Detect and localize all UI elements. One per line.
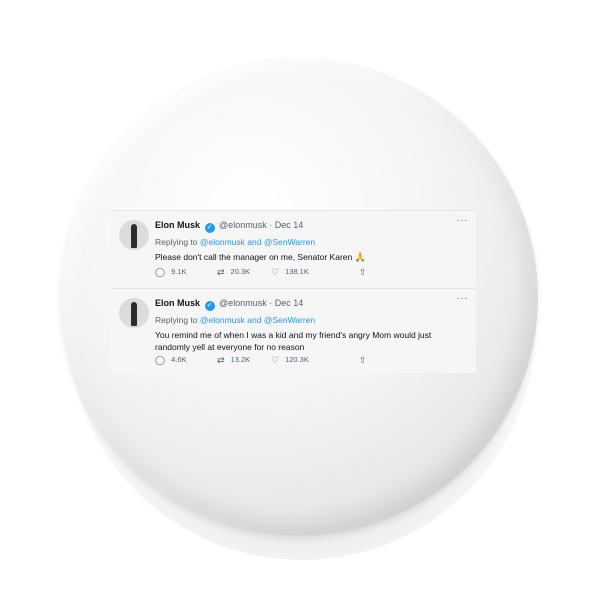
- author-name[interactable]: Elon Musk: [155, 220, 200, 230]
- tweet-date[interactable]: · Dec 14: [269, 220, 303, 230]
- author-handle[interactable]: @elonmusk: [219, 298, 267, 308]
- reply-count: 4.6K: [171, 355, 187, 364]
- like-count: 138.1K: [285, 267, 309, 276]
- reply-button[interactable]: ◯ 4.6K: [155, 355, 187, 366]
- verified-badge-icon: ✓: [204, 301, 215, 311]
- tweet-card[interactable]: ··· Elon Musk ✓ @elonmusk · Dec 14 Reply…: [110, 210, 476, 289]
- replying-to-prefix: Replying to: [155, 315, 198, 325]
- author-handle[interactable]: @elonmusk: [219, 220, 267, 230]
- retweet-button[interactable]: ⇄ 13.2K: [217, 355, 250, 366]
- reply-icon: ◯: [155, 267, 166, 277]
- tweet-actions: ◯ 9.1K ⇄ 20.3K ♡ 138.1K ⇧: [155, 267, 455, 279]
- like-icon: ♡: [271, 355, 280, 365]
- like-button[interactable]: ♡ 138.1K: [271, 267, 309, 278]
- replying-to: Replying to @elonmusk and @SenWarren: [155, 315, 466, 326]
- avatar[interactable]: [119, 298, 149, 328]
- replying-to-link[interactable]: @elonmusk and @SenWarren: [200, 237, 315, 247]
- tweet-text: You remind me of when I was a kid and my…: [155, 330, 432, 352]
- share-button[interactable]: ⇧: [359, 267, 373, 278]
- tweet-card[interactable]: ··· Elon Musk ✓ @elonmusk · Dec 14 Reply…: [110, 288, 476, 373]
- share-button[interactable]: ⇧: [359, 355, 373, 366]
- retweet-count: 13.2K: [230, 355, 251, 364]
- retweet-button[interactable]: ⇄ 20.3K: [217, 267, 250, 278]
- tweet-body: Elon Musk ✓ @elonmusk · Dec 14 Replying …: [155, 219, 466, 263]
- verified-badge-icon: ✓: [204, 223, 215, 233]
- share-icon: ⇧: [359, 355, 367, 365]
- tweet-header: Elon Musk ✓ @elonmusk · Dec 14: [155, 297, 466, 311]
- praying-hands-emoji: 🙏: [354, 252, 366, 262]
- reply-button[interactable]: ◯ 9.1K: [155, 267, 187, 278]
- tweet-date[interactable]: · Dec 14: [269, 298, 303, 308]
- reply-count: 9.1K: [171, 267, 187, 276]
- retweet-icon: ⇄: [217, 355, 225, 365]
- author-name[interactable]: Elon Musk: [155, 298, 200, 308]
- replying-to-prefix: Replying to: [155, 237, 198, 247]
- share-icon: ⇧: [359, 267, 367, 277]
- replying-to-link[interactable]: @elonmusk and @SenWarren: [200, 315, 315, 325]
- avatar-figure: [131, 302, 137, 326]
- tweet-text-content: Please don't call the manager on me, Sen…: [155, 252, 353, 262]
- reply-icon: ◯: [155, 355, 166, 365]
- avatar[interactable]: [119, 220, 149, 250]
- tweet-header: Elon Musk ✓ @elonmusk · Dec 14: [155, 219, 466, 233]
- like-count: 120.3K: [285, 355, 309, 364]
- retweet-count: 20.3K: [230, 267, 251, 276]
- tweet-actions: ◯ 4.6K ⇄ 13.2K ♡ 120.3K ⇧: [155, 355, 455, 367]
- replying-to: Replying to @elonmusk and @SenWarren: [155, 237, 466, 248]
- like-button[interactable]: ♡ 120.3K: [271, 355, 309, 366]
- retweet-icon: ⇄: [217, 267, 225, 277]
- like-icon: ♡: [271, 267, 280, 277]
- tweet-text: Please don't call the manager on me, Sen…: [155, 251, 466, 263]
- avatar-figure: [131, 224, 137, 248]
- tweet-body: Elon Musk ✓ @elonmusk · Dec 14 Replying …: [155, 297, 466, 353]
